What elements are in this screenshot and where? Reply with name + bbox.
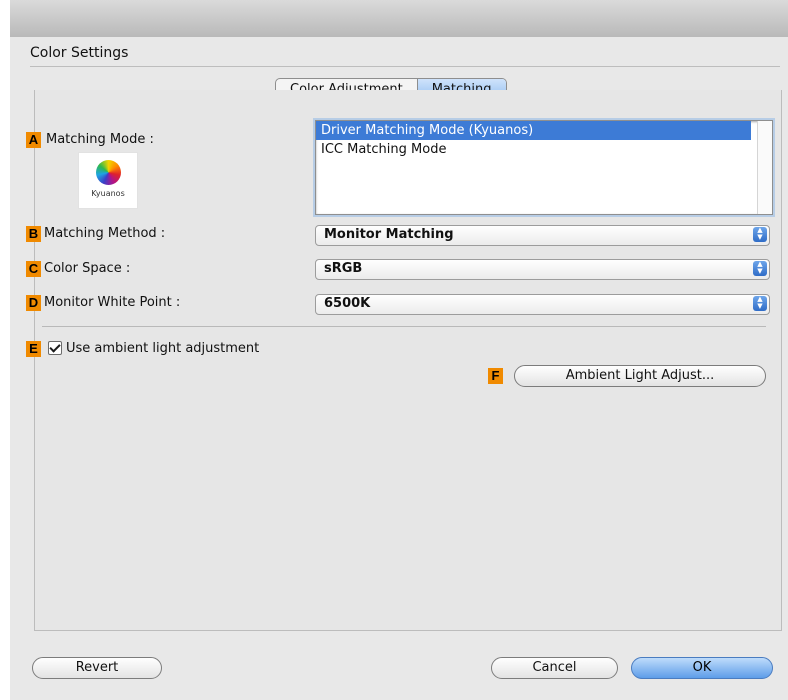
kyuanos-logo-text: Kyuanos <box>91 189 125 198</box>
popup-arrows-icon: ▲ ▼ <box>753 296 767 311</box>
cancel-button[interactable]: Cancel <box>491 657 618 679</box>
title-bar <box>10 0 788 38</box>
ambient-light-adjust-button[interactable]: Ambient Light Adjust... <box>514 365 766 387</box>
ambient-light-checkbox[interactable] <box>48 341 62 355</box>
badge-b: B <box>26 226 41 242</box>
kyuanos-logo: Kyuanos <box>78 152 138 209</box>
matching-mode-label: Matching Mode : <box>46 132 154 147</box>
matching-method-label: Matching Method : <box>44 226 166 241</box>
list-item-icc-matching[interactable]: ICC Matching Mode <box>316 140 751 159</box>
window-title: Color Settings <box>30 45 129 61</box>
badge-f: F <box>488 368 503 384</box>
revert-button[interactable]: Revert <box>32 657 162 679</box>
popup-arrows-icon: ▲ ▼ <box>753 261 767 276</box>
white-point-value: 6500K <box>324 296 371 311</box>
matching-method-value: Monitor Matching <box>324 227 454 242</box>
white-point-label: Monitor White Point : <box>44 295 181 310</box>
kyuanos-color-wheel-icon <box>96 160 121 185</box>
matching-mode-list[interactable]: Driver Matching Mode (Kyuanos) ICC Match… <box>315 120 773 215</box>
badge-e: E <box>26 341 41 357</box>
ok-button[interactable]: OK <box>631 657 773 679</box>
color-space-value: sRGB <box>324 261 363 276</box>
title-separator <box>30 66 780 67</box>
white-point-select[interactable]: 6500K ▲ ▼ <box>315 294 770 315</box>
color-space-select[interactable]: sRGB ▲ ▼ <box>315 259 770 280</box>
matching-method-select[interactable]: Monitor Matching ▲ ▼ <box>315 225 770 246</box>
badge-a: A <box>26 132 41 148</box>
section-separator <box>42 326 766 327</box>
ambient-light-checkbox-label[interactable]: Use ambient light adjustment <box>66 341 259 356</box>
color-settings-window: Color Settings Color Adjustment Matching… <box>10 37 788 700</box>
popup-arrows-icon: ▲ ▼ <box>753 227 767 242</box>
badge-d: D <box>26 295 41 311</box>
list-scrollbar[interactable] <box>757 121 772 214</box>
list-item-driver-matching[interactable]: Driver Matching Mode (Kyuanos) <box>316 121 751 140</box>
badge-c: C <box>26 261 41 277</box>
color-space-label: Color Space : <box>44 261 131 276</box>
